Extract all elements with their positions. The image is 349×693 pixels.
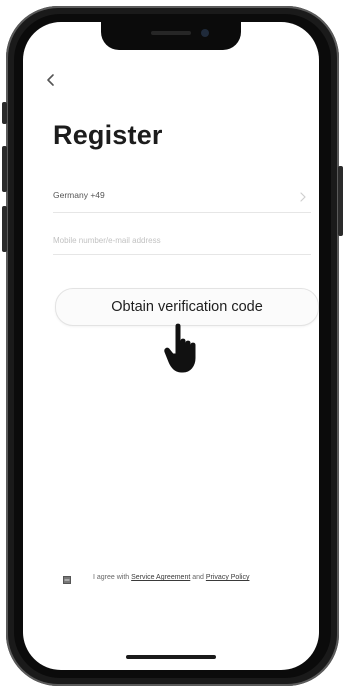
front-camera bbox=[201, 29, 209, 37]
account-field-row bbox=[53, 228, 311, 255]
agreement-prefix: I agree with bbox=[93, 574, 132, 581]
account-input[interactable] bbox=[53, 228, 311, 252]
country-label: Germany +49 bbox=[53, 190, 105, 200]
speaker-grille bbox=[151, 31, 191, 35]
phone-screen: Register Germany +49 Obtain verification… bbox=[23, 22, 319, 670]
agreement-middle: and bbox=[190, 574, 206, 581]
stage: Register Germany +49 Obtain verification… bbox=[0, 0, 349, 693]
service-agreement-link[interactable]: Service Agreement bbox=[131, 574, 190, 581]
obtain-verification-code-button[interactable]: Obtain verification code bbox=[55, 288, 319, 326]
volume-down-button bbox=[2, 206, 7, 252]
power-button bbox=[338, 166, 343, 236]
chevron-left-icon[interactable] bbox=[43, 72, 59, 88]
privacy-policy-link[interactable]: Privacy Policy bbox=[206, 574, 250, 581]
checkbox-icon[interactable] bbox=[63, 576, 71, 584]
hand-pointer-icon bbox=[164, 323, 196, 373]
agreement-row: I agree with Service Agreement and Priva… bbox=[63, 572, 311, 602]
home-indicator bbox=[126, 655, 216, 659]
page-title: Register bbox=[53, 120, 163, 150]
country-selector[interactable]: Germany +49 bbox=[53, 184, 311, 213]
chevron-right-icon bbox=[300, 192, 306, 202]
agreement-text: I agree with Service Agreement and Priva… bbox=[93, 572, 313, 584]
mute-switch bbox=[2, 102, 7, 124]
notch bbox=[101, 22, 241, 50]
volume-up-button bbox=[2, 146, 7, 192]
